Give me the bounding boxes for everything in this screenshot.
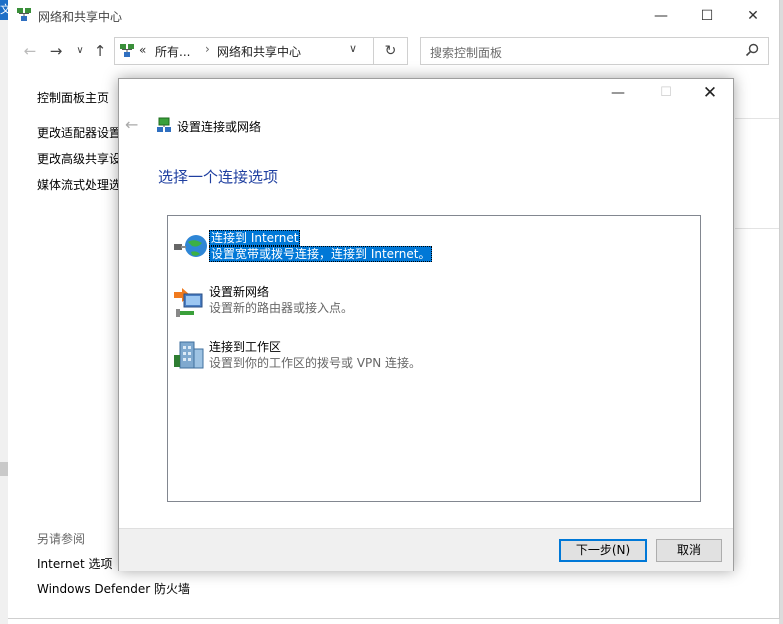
option-text: 连接到 Internet 设置宽带或拨号连接，连接到 Internet。	[209, 230, 433, 262]
option-title: 连接到 Internet	[209, 230, 301, 246]
option-text: 连接到工作区 设置到你的工作区的拨号或 VPN 连接。	[209, 339, 421, 371]
option-setup-new-network[interactable]: 设置新网络 设置新的路由器或接入点。	[172, 284, 692, 326]
back-arrow-icon[interactable]: ←	[20, 41, 40, 61]
address-bar[interactable]: « 所有... › 网络和共享中心 ∨ ↻	[114, 37, 408, 65]
setup-connection-dialog: — ☐ ✕ ← 设置连接或网络 选择一个连接选项 连接到 Internet 设置…	[118, 78, 734, 571]
dialog-heading: 选择一个连接选项	[158, 168, 279, 186]
workplace-building-icon	[174, 341, 204, 369]
search-input[interactable]: 搜索控制面板	[420, 37, 769, 65]
option-description: 设置到你的工作区的拨号或 VPN 连接。	[209, 356, 422, 370]
minimize-button[interactable]: —	[603, 85, 633, 105]
close-button[interactable]: ✕	[730, 0, 776, 32]
breadcrumb-current[interactable]: 网络和共享中心	[217, 43, 301, 60]
option-title: 设置新网络	[209, 285, 270, 299]
dialog-title: 设置连接或网络	[177, 120, 262, 134]
background-window-edge: 文	[0, 0, 8, 624]
option-description: 设置新的路由器或接入点。	[209, 301, 354, 315]
divider	[735, 228, 779, 229]
new-network-router-icon	[174, 288, 203, 317]
option-text: 设置新网络 设置新的路由器或接入点。	[209, 284, 353, 316]
sidebar-item-media-streaming[interactable]: 媒体流式处理选	[37, 176, 121, 193]
option-connect-workplace[interactable]: 连接到工作区 设置到你的工作区的拨号或 VPN 连接。	[172, 339, 692, 381]
globe-network-icon	[174, 235, 207, 257]
option-description: 设置宽带或拨号连接，连接到 Internet。	[209, 246, 433, 262]
up-arrow-icon[interactable]: ↑	[90, 41, 110, 61]
breadcrumb-all-items[interactable]: 所有...	[155, 43, 190, 60]
dialog-footer: 下一步(N) 取消	[119, 528, 733, 571]
see-also-heading: 另请参阅	[37, 532, 86, 546]
recent-locations-chevron-icon[interactable]: ∨	[70, 41, 90, 61]
internet-options-link[interactable]: Internet 选项	[37, 555, 112, 572]
title-bar: 网络和共享中心 — ☐ ✕	[8, 0, 779, 32]
forward-arrow-icon[interactable]: →	[46, 41, 66, 61]
breadcrumb-separator[interactable]: ›	[205, 42, 210, 56]
network-icon	[120, 44, 134, 57]
cancel-button[interactable]: 取消	[656, 539, 722, 562]
address-dropdown-icon[interactable]: ∨	[349, 42, 357, 55]
hidden-crumbs-chevron[interactable]: «	[139, 43, 146, 57]
window-title: 网络和共享中心	[38, 10, 123, 24]
network-setup-icon	[157, 117, 171, 132]
firewall-link[interactable]: Windows Defender 防火墙	[37, 580, 190, 597]
search-icon[interactable]	[744, 42, 760, 58]
divider	[735, 118, 779, 119]
option-connect-internet[interactable]: 连接到 Internet 设置宽带或拨号连接，连接到 Internet。	[172, 230, 692, 272]
option-title: 连接到工作区	[209, 340, 282, 354]
search-placeholder: 搜索控制面板	[430, 46, 503, 60]
scroll-fragment	[0, 462, 8, 476]
navigation-bar: ← → ∨ ↑ « 所有... › 网络和共享中心 ∨ ↻ 搜索控制面板	[8, 36, 779, 66]
sidebar-item-control-panel-home[interactable]: 控制面板主页	[37, 89, 109, 106]
taskbar-fragment: 文	[0, 0, 8, 20]
maximize-button: ☐	[660, 85, 672, 100]
next-button[interactable]: 下一步(N)	[559, 539, 647, 562]
refresh-icon[interactable]: ↻	[373, 38, 407, 64]
connection-options-list[interactable]: 连接到 Internet 设置宽带或拨号连接，连接到 Internet。 设置新…	[167, 215, 701, 502]
sidebar-item-change-adapter[interactable]: 更改适配器设置	[37, 124, 121, 141]
close-button[interactable]: ✕	[695, 83, 725, 105]
network-icon	[17, 8, 31, 21]
minimize-button[interactable]: —	[638, 0, 684, 32]
maximize-button[interactable]: ☐	[684, 0, 730, 32]
sidebar-item-advanced-sharing[interactable]: 更改高级共享设	[37, 150, 121, 167]
back-arrow-icon[interactable]: ←	[125, 115, 138, 134]
